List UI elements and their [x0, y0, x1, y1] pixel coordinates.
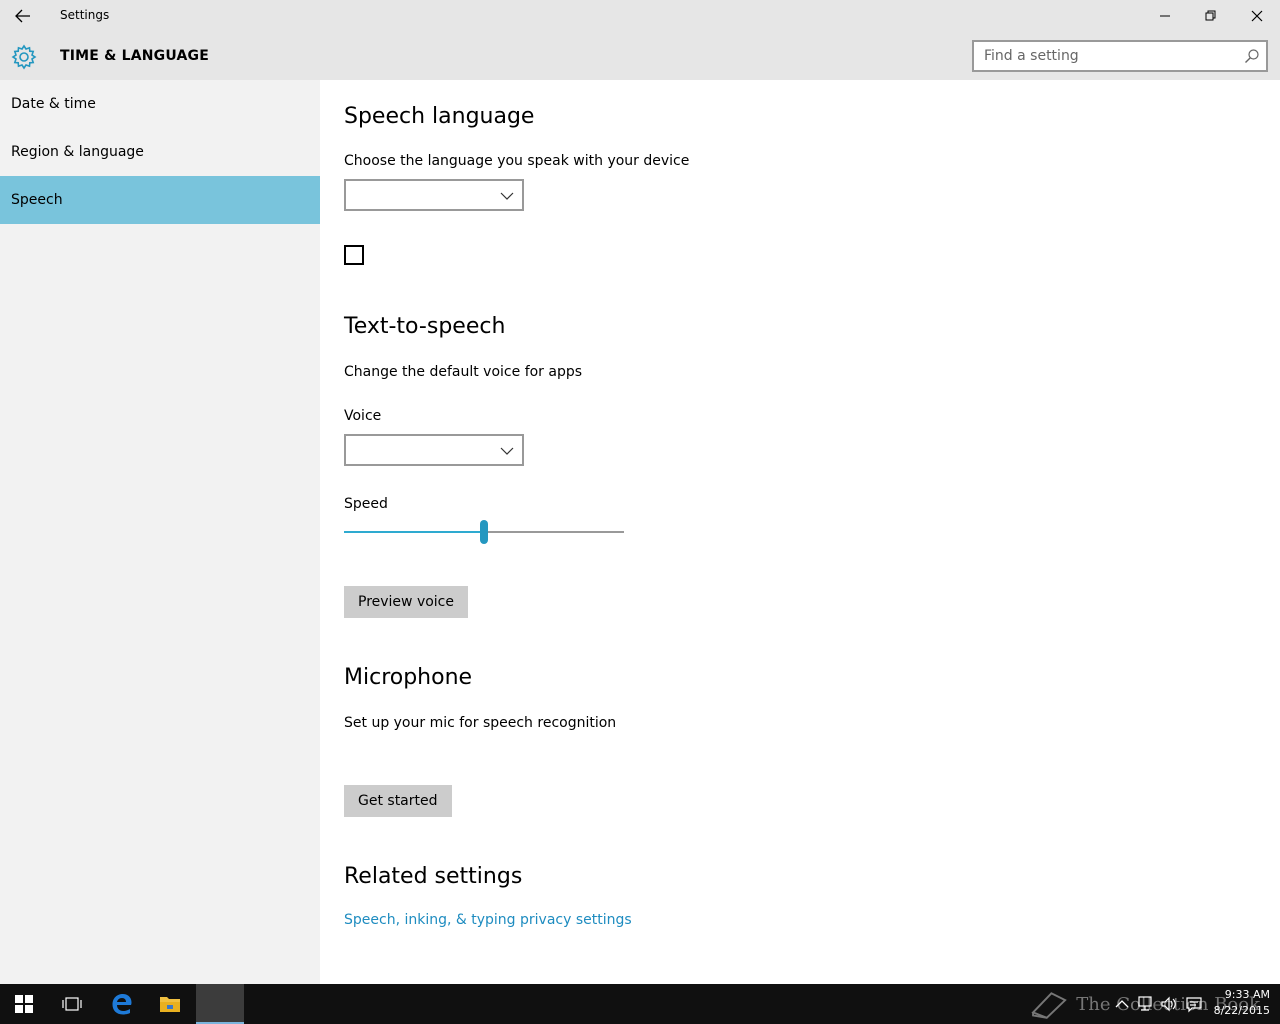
speech-language-heading: Speech language [344, 104, 535, 129]
edge-browser-button[interactable] [98, 984, 146, 1024]
speech-language-dropdown[interactable] [344, 179, 524, 211]
gear-icon [11, 44, 37, 70]
restore-icon [1205, 10, 1216, 21]
text-to-speech-description: Change the default voice for apps [344, 364, 583, 380]
title-bar: Settings [0, 0, 1280, 32]
speed-slider-thumb[interactable] [480, 520, 488, 544]
clock-time: 9:33 AM [1224, 988, 1270, 1001]
action-center-icon[interactable] [1185, 995, 1203, 1013]
file-explorer-button[interactable] [146, 984, 194, 1024]
chevron-up-icon[interactable] [1113, 995, 1131, 1013]
content-pane: Speech language Choose the language you … [320, 80, 1280, 984]
edge-icon [112, 994, 132, 1015]
folder-icon [160, 997, 180, 1012]
task-view-button[interactable] [48, 984, 96, 1024]
volume-icon[interactable] [1160, 995, 1178, 1013]
restore-button[interactable] [1188, 0, 1234, 32]
speed-slider-track[interactable] [484, 531, 624, 533]
book-icon [1031, 992, 1067, 1019]
voice-dropdown[interactable] [344, 434, 524, 466]
speech-privacy-link[interactable]: Speech, inking, & typing privacy setting… [344, 912, 632, 928]
back-button[interactable] [0, 0, 46, 32]
close-button[interactable] [1234, 0, 1280, 32]
chevron-down-icon [500, 447, 514, 455]
sidebar: Date & time Region & language Speech [0, 80, 320, 984]
taskbar: The Collection Book 9:33 AM 8/22/2015 [0, 984, 1280, 1024]
microphone-heading: Microphone [344, 665, 473, 690]
task-view-icon [62, 997, 82, 1011]
voice-label: Voice [344, 408, 382, 424]
settings-header: TIME & LANGUAGE [0, 32, 1280, 80]
related-settings-heading: Related settings [344, 864, 523, 889]
speed-slider-filled-track [344, 531, 484, 533]
microphone-description: Set up your mic for speech recognition [344, 715, 617, 731]
search-icon[interactable] [1244, 48, 1260, 64]
speech-language-checkbox[interactable] [344, 245, 364, 265]
minimize-button[interactable] [1142, 0, 1188, 32]
close-icon [1251, 10, 1263, 22]
start-button[interactable] [0, 984, 48, 1024]
back-arrow-icon [15, 9, 30, 23]
sidebar-item-speech[interactable]: Speech [0, 176, 320, 224]
text-to-speech-heading: Text-to-speech [344, 314, 506, 339]
speech-language-description: Choose the language you speak with your … [344, 153, 690, 169]
minimize-icon [1160, 15, 1170, 17]
settings-app-button[interactable] [196, 984, 244, 1024]
window-title: Settings [60, 8, 110, 22]
search-input[interactable] [974, 42, 1234, 70]
chevron-down-icon [500, 192, 514, 200]
clock-date: 8/22/2015 [1213, 1004, 1270, 1017]
sidebar-item-date-time[interactable]: Date & time [0, 80, 320, 128]
speed-label: Speed [344, 496, 388, 512]
get-started-button[interactable]: Get started [344, 785, 452, 817]
network-icon[interactable] [1136, 995, 1154, 1013]
search-box[interactable] [972, 40, 1268, 72]
windows-logo-icon [15, 995, 33, 1013]
preview-voice-button[interactable]: Preview voice [344, 586, 468, 618]
system-clock[interactable]: 9:33 AM 8/22/2015 [1210, 987, 1270, 1019]
speed-slider[interactable] [344, 520, 624, 544]
page-title: TIME & LANGUAGE [60, 48, 210, 64]
sidebar-item-region-language[interactable]: Region & language [0, 128, 320, 176]
